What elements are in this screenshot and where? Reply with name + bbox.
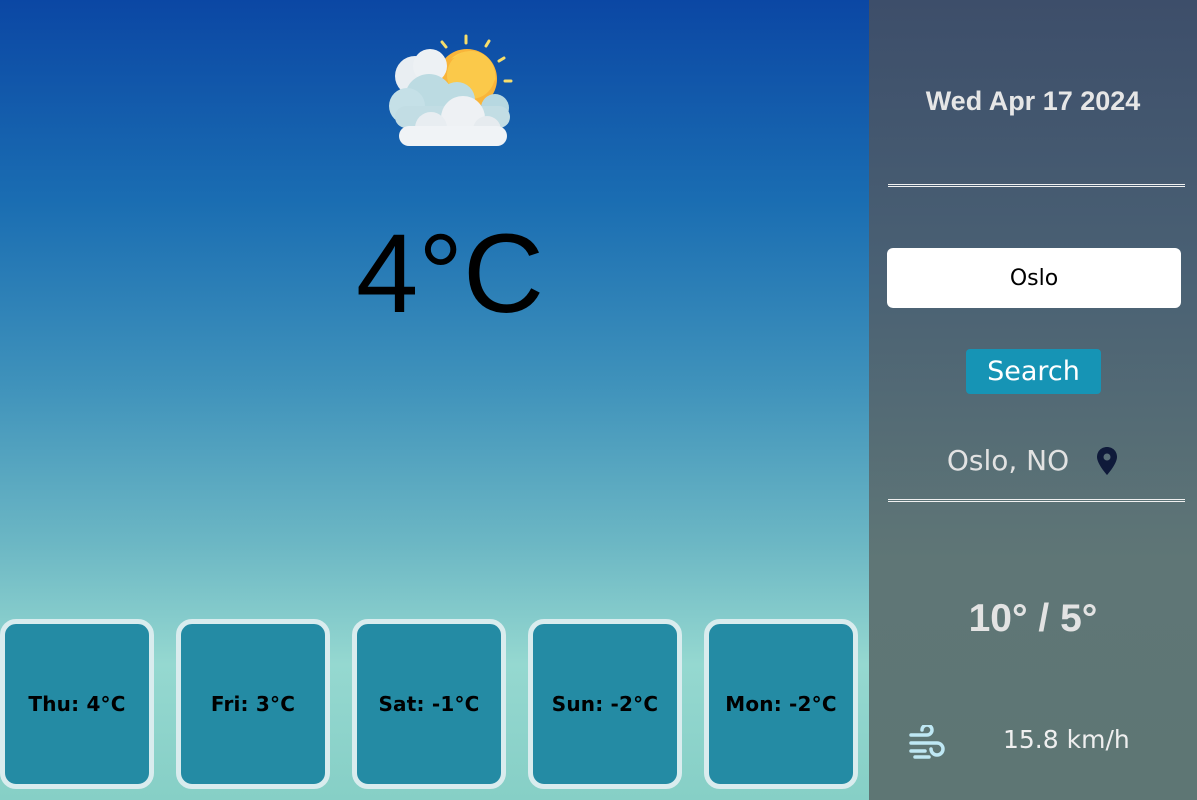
city-search-input[interactable]: [887, 248, 1181, 308]
weather-app: 4°C Thu: 4°C Fri: 3°C Sat: -1°C Sun: -2°…: [0, 0, 1197, 800]
search-button[interactable]: Search: [966, 349, 1101, 394]
forecast-card-sat: Sat: -1°C: [352, 619, 506, 789]
divider-top: [888, 184, 1185, 187]
forecast-card-thu: Thu: 4°C: [0, 619, 154, 789]
forecast-list: Thu: 4°C Fri: 3°C Sat: -1°C Sun: -2°C Mo…: [0, 619, 869, 800]
sidebar: Wed Apr 17 2024 Search Oslo, NO 10° / 5°…: [869, 0, 1197, 800]
divider-bottom: [888, 499, 1185, 502]
location-text: Oslo, NO: [946, 444, 1070, 477]
forecast-label: Sat: -1°C: [378, 692, 480, 716]
wind-speed: 15.8 km/h: [1003, 725, 1130, 754]
sun-behind-clouds-icon: [389, 34, 513, 146]
forecast-card-fri: Fri: 3°C: [176, 619, 330, 789]
current-temperature: 4°C: [356, 211, 544, 336]
forecast-label: Mon: -2°C: [725, 692, 837, 716]
current-date: Wed Apr 17 2024: [925, 86, 1141, 116]
high-low-temperature: 10° / 5°: [968, 597, 1098, 640]
forecast-label: Fri: 3°C: [210, 692, 296, 716]
forecast-label: Thu: 4°C: [28, 692, 126, 716]
forecast-card-mon: Mon: -2°C: [704, 619, 858, 789]
location-display: Oslo, NO: [869, 444, 1197, 477]
location-pin-icon: [1097, 446, 1118, 475]
forecast-card-sun: Sun: -2°C: [528, 619, 682, 789]
wind-icon: [909, 725, 945, 759]
main-panel: 4°C Thu: 4°C Fri: 3°C Sat: -1°C Sun: -2°…: [0, 0, 869, 800]
forecast-label: Sun: -2°C: [551, 692, 659, 716]
